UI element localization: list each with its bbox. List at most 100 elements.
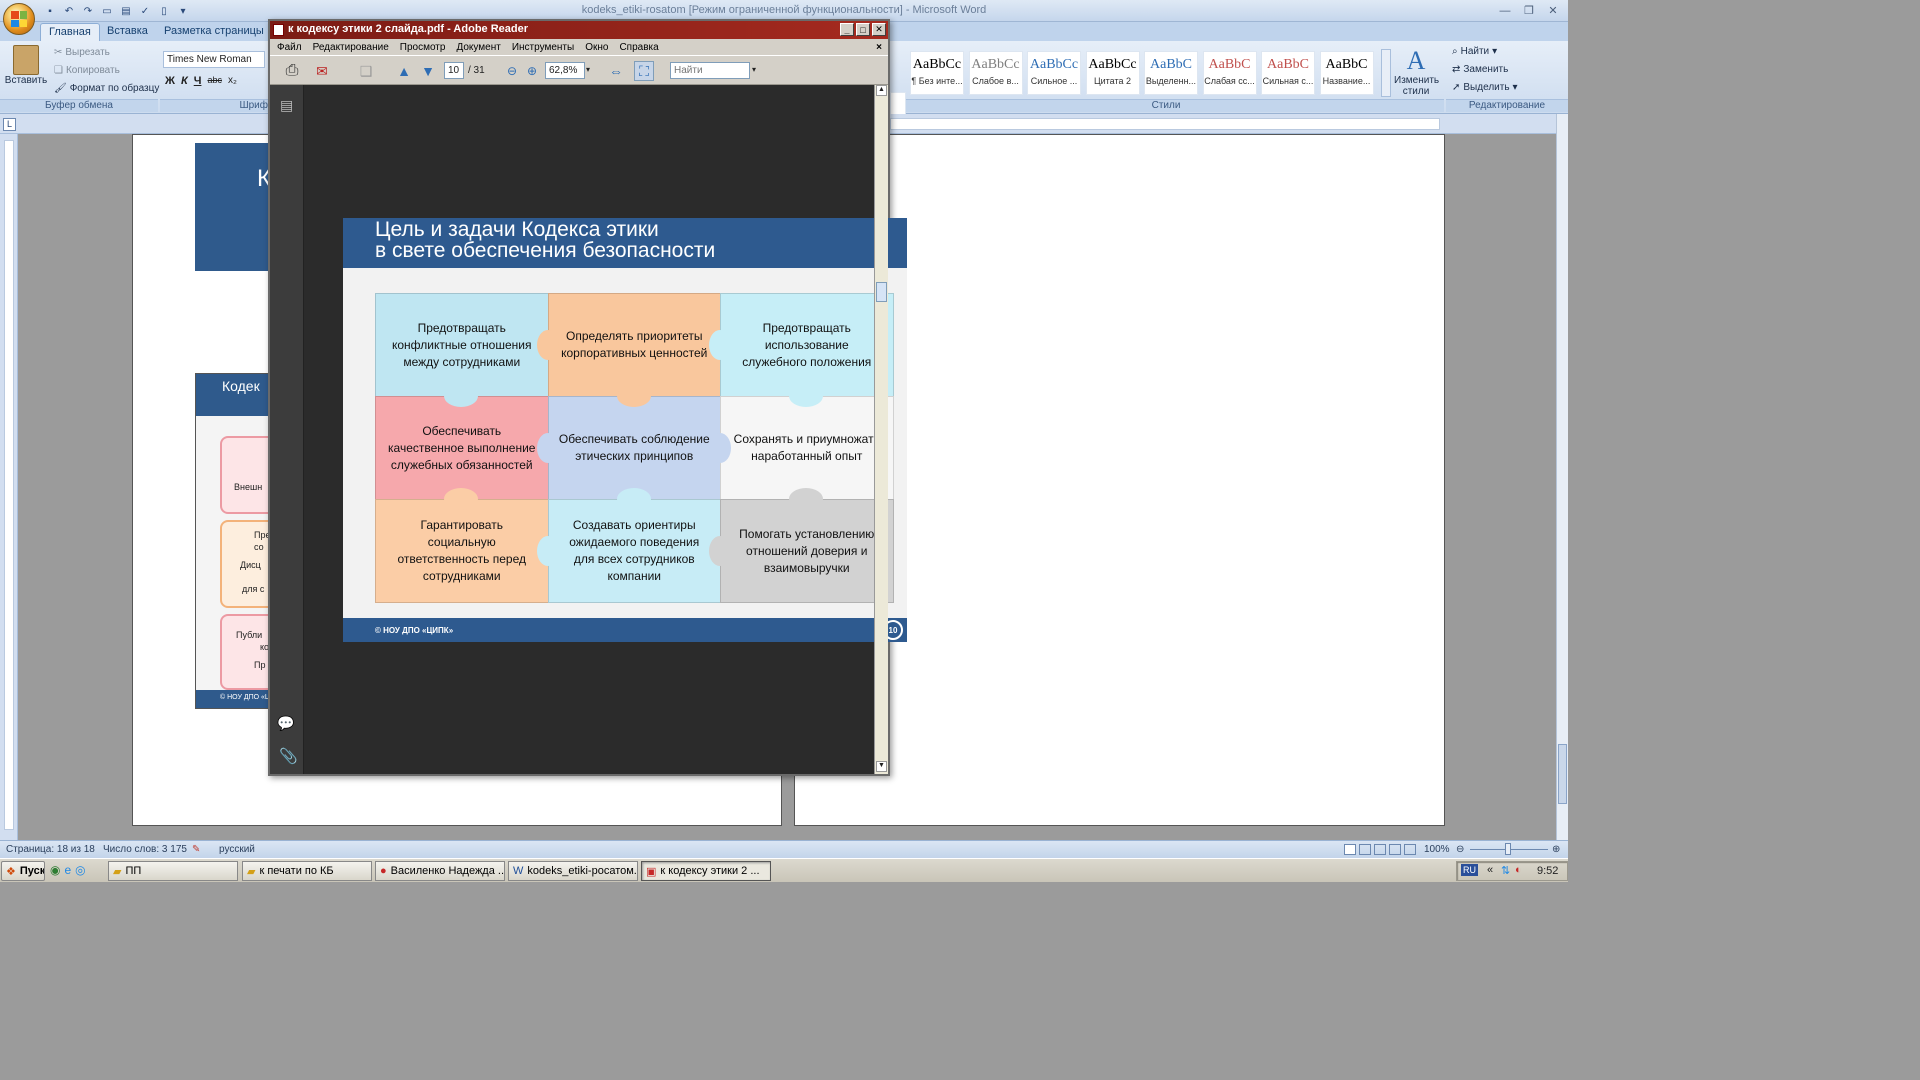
tab-page-layout[interactable]: Разметка страницы xyxy=(156,23,272,41)
style-item[interactable]: AaBbC Название... xyxy=(1319,51,1374,95)
zoom-in-icon[interactable]: ⊕ xyxy=(522,61,542,81)
document-close-icon[interactable]: × xyxy=(876,42,882,53)
select-button[interactable]: ➚ Выделить ▾ xyxy=(1452,82,1518,93)
word-vertical-scrollbar[interactable] xyxy=(1556,114,1568,840)
style-item[interactable]: AaBbCc ¶ Без инте... xyxy=(910,51,964,95)
clock[interactable]: 9:52 xyxy=(1537,865,1558,877)
underline-icon[interactable]: Ч xyxy=(194,75,202,87)
zoom-in-icon[interactable]: ⊕ xyxy=(1552,844,1560,855)
next-page-icon[interactable]: ▼ xyxy=(418,61,438,81)
change-styles-button[interactable]: A Изменить стили xyxy=(1394,47,1439,98)
format-painter-button[interactable]: 🖌 Формат по образцу xyxy=(54,83,159,94)
style-item[interactable]: AaBbCc Цитата 2 xyxy=(1085,51,1140,95)
menu-window[interactable]: Окно xyxy=(585,42,608,53)
menu-file[interactable]: Файл xyxy=(277,42,302,53)
taskbar-item-opera[interactable]: ● Василенко Надежда ... xyxy=(375,861,505,881)
customize-toolbar-icon[interactable]: ▾ xyxy=(175,3,191,19)
tab-insert[interactable]: Вставка xyxy=(99,23,156,41)
close-icon[interactable]: ✕ xyxy=(1542,3,1564,18)
styles-scroll[interactable] xyxy=(1381,49,1391,97)
undo-icon[interactable]: ↶ xyxy=(61,3,77,19)
style-item[interactable]: AaBbCc Сильное ... xyxy=(1027,51,1081,95)
zoom-out-icon[interactable]: ⊖ xyxy=(1456,844,1464,855)
new-document-icon[interactable]: ▯ xyxy=(156,3,172,19)
outline-icon[interactable] xyxy=(1389,844,1401,855)
taskbar-item-folder-print[interactable]: ▰ к печати по КБ xyxy=(242,861,372,881)
email-icon[interactable]: ✉ xyxy=(312,61,332,81)
office-button[interactable] xyxy=(3,3,35,35)
paste-button[interactable]: Вставить xyxy=(4,45,48,99)
page-number-input[interactable]: 10 xyxy=(444,62,464,79)
spelling-check-icon[interactable]: ✎ xyxy=(192,844,200,855)
previous-page-icon[interactable]: ▲ xyxy=(394,61,414,81)
menu-view[interactable]: Просмотр xyxy=(400,42,446,53)
replace-button[interactable]: ⇄ Заменить xyxy=(1452,64,1508,75)
zoom-out-icon[interactable]: ⊖ xyxy=(502,61,522,81)
zoom-input[interactable]: 62,8% xyxy=(545,62,585,79)
zoom-dropdown-icon[interactable]: ▾ xyxy=(586,65,590,74)
menu-document[interactable]: Документ xyxy=(456,42,500,53)
comments-icon[interactable]: 💬 xyxy=(277,715,294,732)
spelling-icon[interactable]: ✓ xyxy=(137,3,153,19)
print-preview-icon[interactable]: ▭ xyxy=(99,3,115,19)
maximize-icon[interactable]: □ xyxy=(856,23,870,36)
attachment-icon[interactable]: 📎 xyxy=(279,747,298,765)
taskbar-item-adobe-reader[interactable]: ▣ к кодексу этики 2 ... xyxy=(641,861,771,881)
status-word-count[interactable]: Число слов: 3 175 xyxy=(103,844,187,855)
taskbar-item-word[interactable]: Wkodeks_etiki-росатом... xyxy=(508,861,638,881)
style-item[interactable]: AaBbCc Слабое в... xyxy=(968,51,1023,95)
print-icon[interactable]: ▤ xyxy=(118,3,134,19)
italic-icon[interactable]: К xyxy=(181,75,188,87)
menu-edit[interactable]: Редактирование xyxy=(313,42,389,53)
draft-icon[interactable] xyxy=(1404,844,1416,855)
save-icon[interactable]: ▪ xyxy=(42,3,58,19)
pages-panel-icon[interactable]: ▤ xyxy=(280,97,293,114)
status-page[interactable]: Страница: 18 из 18 xyxy=(6,844,95,855)
bold-icon[interactable]: Ж xyxy=(165,75,175,87)
find-dropdown-icon[interactable]: ▾ xyxy=(752,65,756,74)
tab-home[interactable]: Главная xyxy=(40,23,100,41)
style-item[interactable]: AaBbC Сильная с... xyxy=(1261,51,1315,95)
restore-icon[interactable]: ❐ xyxy=(1518,3,1540,18)
fit-width-icon[interactable]: ⇔ xyxy=(606,61,626,81)
network-icon[interactable]: ⇅ xyxy=(1501,864,1510,877)
minimize-icon[interactable]: _ xyxy=(840,23,854,36)
chrome-icon[interactable]: ◉ xyxy=(50,863,60,877)
redo-icon[interactable]: ↷ xyxy=(80,3,96,19)
copy-button[interactable]: ❏ Копировать xyxy=(54,65,120,76)
web-layout-icon[interactable] xyxy=(1374,844,1386,855)
subscript-icon[interactable]: x₂ xyxy=(228,75,237,87)
start-button[interactable]: ❖ Пуск xyxy=(1,861,45,881)
cut-button[interactable]: ✂ Вырезать xyxy=(54,47,110,58)
fit-page-icon[interactable]: ⛶ xyxy=(634,61,654,81)
scroll-thumb[interactable] xyxy=(876,282,887,302)
tray-expand-icon[interactable]: « xyxy=(1487,864,1493,876)
language-indicator[interactable]: RU xyxy=(1461,864,1478,876)
opera-icon[interactable]: ◎ xyxy=(75,863,85,877)
menu-help[interactable]: Справка xyxy=(619,42,658,53)
comment-icon[interactable]: ❑ xyxy=(356,61,376,81)
minimize-icon[interactable]: — xyxy=(1494,3,1516,18)
zoom-slider-thumb[interactable] xyxy=(1505,843,1511,855)
zoom-level[interactable]: 100% xyxy=(1424,844,1450,855)
find-button[interactable]: ⌕ Найти ▾ xyxy=(1452,46,1497,57)
full-screen-reading-icon[interactable] xyxy=(1359,844,1371,855)
style-item[interactable]: AaBbC Выделенн... xyxy=(1144,51,1198,95)
scroll-thumb[interactable] xyxy=(1558,744,1567,804)
scroll-down-icon[interactable]: ▼ xyxy=(876,761,887,772)
ie-icon[interactable]: e xyxy=(64,863,71,877)
close-icon[interactable]: ✕ xyxy=(872,23,886,36)
font-name-select[interactable]: Times New Roman xyxy=(163,51,265,68)
tab-selector-icon[interactable]: L xyxy=(3,118,16,131)
reader-vertical-scrollbar[interactable]: ▲ ▼ xyxy=(874,85,888,774)
scroll-up-icon[interactable]: ▲ xyxy=(876,85,887,96)
print-layout-icon[interactable] xyxy=(1344,844,1356,855)
print-icon[interactable]: ⎙ xyxy=(282,61,302,81)
antivirus-icon[interactable]: ◐ xyxy=(1515,864,1522,876)
taskbar-item-folder-pp[interactable]: ▰ ПП xyxy=(108,861,238,881)
style-item[interactable]: AaBbC Слабая сс... xyxy=(1202,51,1257,95)
find-input[interactable] xyxy=(670,62,750,79)
strikethrough-icon[interactable]: abc xyxy=(207,75,222,87)
status-language[interactable]: русский xyxy=(219,844,255,855)
menu-tools[interactable]: Инструменты xyxy=(512,42,574,53)
